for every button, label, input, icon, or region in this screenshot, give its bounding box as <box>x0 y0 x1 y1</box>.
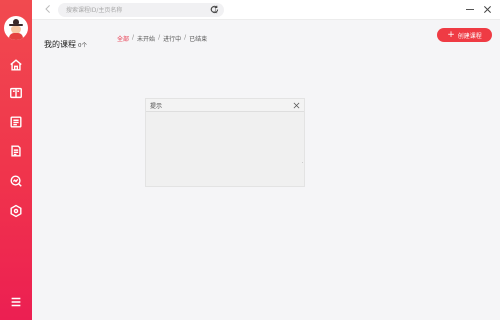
menu-icon[interactable] <box>8 294 24 310</box>
filter-tab-ended[interactable]: 已结束 <box>189 34 207 43</box>
prompt-dialog: 提示 <box>145 98 305 187</box>
analytics-icon[interactable] <box>8 173 24 189</box>
dialog-resize-dot <box>302 162 303 163</box>
dialog-header: 提示 <box>146 99 304 112</box>
top-bar <box>32 0 500 20</box>
refresh-icon[interactable] <box>210 5 219 14</box>
filter-tab-in-progress[interactable]: 进行中 <box>163 34 181 43</box>
filter-separator: / <box>132 34 135 41</box>
create-course-label: 创建课程 <box>457 32 482 40</box>
list-icon[interactable] <box>8 114 24 130</box>
status-filter-tabs: 全部 / 未开始 / 进行中 / 已结束 <box>117 34 207 43</box>
course-count: 0个 <box>78 43 87 49</box>
create-course-button[interactable]: + 创建课程 <box>437 28 492 42</box>
search-input[interactable] <box>66 3 202 17</box>
book-icon[interactable] <box>8 85 24 101</box>
avatar[interactable] <box>4 16 28 40</box>
dialog-title: 提示 <box>150 103 163 110</box>
page-header: 我的课程 0个 <box>44 32 87 49</box>
minimize-button[interactable] <box>466 9 474 10</box>
sidebar <box>0 0 32 320</box>
dialog-close-icon[interactable] <box>293 102 300 109</box>
avatar-body <box>9 33 23 40</box>
filter-separator: / <box>158 34 161 41</box>
document-icon[interactable] <box>8 143 24 159</box>
filter-separator: / <box>184 34 187 41</box>
page-title: 我的课程 <box>44 40 76 49</box>
filter-tab-all[interactable]: 全部 <box>117 34 129 43</box>
close-window-icon[interactable] <box>483 5 492 14</box>
settings-hexagon-icon[interactable] <box>8 203 24 219</box>
search-box <box>58 3 224 17</box>
filter-tab-not-started[interactable]: 未开始 <box>137 34 155 43</box>
back-arrow-icon[interactable] <box>44 4 54 16</box>
plus-icon: + <box>447 29 455 40</box>
home-icon[interactable] <box>8 57 24 73</box>
